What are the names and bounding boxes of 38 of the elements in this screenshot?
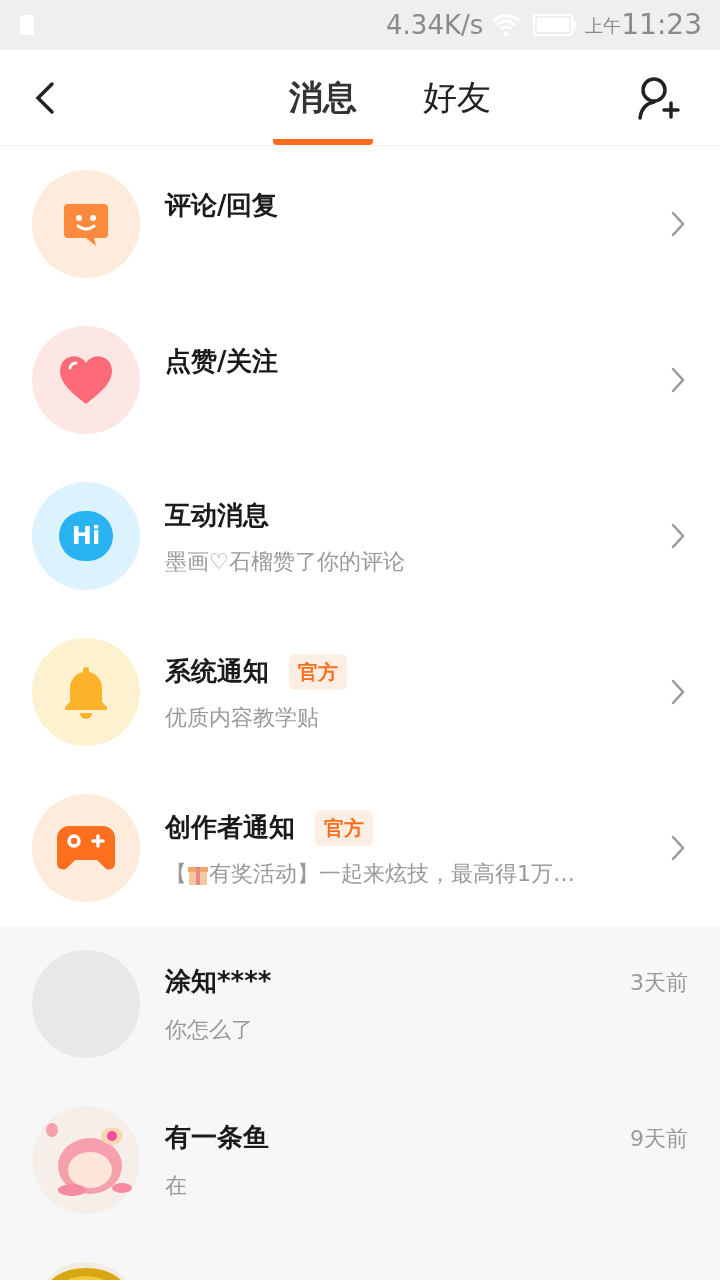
notification-item[interactable]: Hi 互动消息 墨画♡石榴赞了你的评论 <box>0 458 720 614</box>
chevron-right-icon <box>670 522 686 550</box>
add-friend-button[interactable] <box>636 76 680 120</box>
preview-text: 优质内容教学贴 <box>165 704 319 732</box>
item-title: 点赞/关注 <box>165 344 279 378</box>
message-time: 3天前 <box>630 969 688 997</box>
network-speed: 4.34K/s <box>386 8 484 42</box>
item-title: 评论/回复 <box>165 188 279 222</box>
notification-item[interactable]: 创作者通知 官方 【 有奖活动】一起来炫技，最高得1万… <box>0 770 720 926</box>
official-tag: 官方 <box>315 809 373 846</box>
contact-name: 涂知**** <box>165 965 273 998</box>
chat-item[interactable]: 有一条鱼 在 9天前 <box>0 1082 720 1238</box>
tab[interactable]: 好友 <box>407 50 507 145</box>
message-preview: 在 <box>165 1172 188 1200</box>
time-period: 上午 <box>585 14 622 38</box>
item-title: 系统通知 <box>165 655 269 688</box>
chevron-right-icon <box>670 834 686 862</box>
heart-icon <box>58 354 114 406</box>
item-title: 创作者通知 <box>165 811 295 844</box>
chevron-right-icon <box>670 678 686 706</box>
item-title: 互动消息 <box>165 499 269 532</box>
chevron-right-icon <box>670 366 686 394</box>
gamepad-icon <box>55 824 117 872</box>
preview-text: 【 <box>165 860 187 888</box>
clock-time: 11:23 <box>621 7 702 43</box>
notification-item[interactable]: 点赞/关注 <box>0 302 720 458</box>
official-tag: 官方 <box>289 653 347 690</box>
message-preview: 你怎么了 <box>165 1016 254 1044</box>
message-time: 9天前 <box>630 1125 688 1153</box>
preview-text: 有奖活动】一起来炫技，最高得1万… <box>209 860 575 888</box>
add-user-icon <box>636 76 680 120</box>
notification-item[interactable]: 系统通知 官方 优质内容教学贴 <box>0 614 720 770</box>
contact-name: 有一条鱼 <box>165 1121 270 1154</box>
chat-item[interactable]: 涂知**** 你怎么了 3天前 <box>0 926 720 1082</box>
notification-item[interactable]: 评论/回复 <box>0 146 720 302</box>
chevron-right-icon <box>670 210 686 238</box>
preview-text: 墨画♡石榴赞了你的评论 <box>165 548 405 576</box>
hi-bubble-icon: Hi <box>59 511 113 561</box>
